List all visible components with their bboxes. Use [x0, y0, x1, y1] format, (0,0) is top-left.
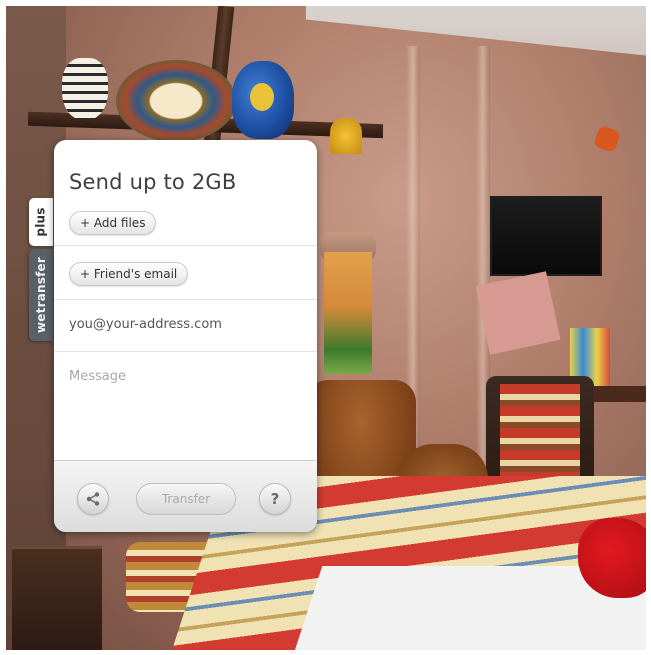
tab-wetransfer-label: wetransfer — [34, 257, 49, 333]
striped-jug — [62, 58, 108, 120]
wooden-drawer — [12, 546, 102, 650]
gold-cup — [330, 118, 362, 154]
add-friend-email-button[interactable]: + Friend's email — [69, 262, 189, 286]
question-icon: ? — [270, 490, 280, 508]
panel-footer: Transfer ? — [54, 460, 317, 532]
patterned-chair-cushion — [500, 384, 580, 486]
tab-plus-label: plus — [34, 207, 49, 237]
panel-title: Send up to 2GB — [69, 170, 237, 194]
transfer-button[interactable]: Transfer — [136, 483, 236, 515]
wall-painting — [324, 252, 372, 374]
message-section — [54, 352, 317, 460]
decorative-plate — [116, 60, 236, 142]
pink-cloth — [475, 271, 561, 355]
sender-email-section — [54, 300, 317, 352]
sender-email-field[interactable] — [69, 317, 299, 332]
add-files-button[interactable]: + Add files — [69, 211, 157, 235]
recipients-section: + Friend's email — [54, 246, 317, 300]
tab-wetransfer[interactable]: wetransfer — [29, 249, 53, 341]
message-field[interactable] — [69, 369, 299, 449]
share-button[interactable] — [77, 483, 109, 515]
butterfly-decoration — [592, 124, 622, 154]
help-button[interactable]: ? — [259, 483, 291, 515]
wall-tv — [490, 196, 602, 276]
share-icon — [86, 492, 100, 506]
upload-panel: Send up to 2GB + Add files + Friend's em… — [54, 140, 317, 532]
files-section: Send up to 2GB + Add files — [54, 140, 317, 246]
tab-plus[interactable]: plus — [29, 198, 53, 246]
blue-vase — [232, 61, 294, 139]
